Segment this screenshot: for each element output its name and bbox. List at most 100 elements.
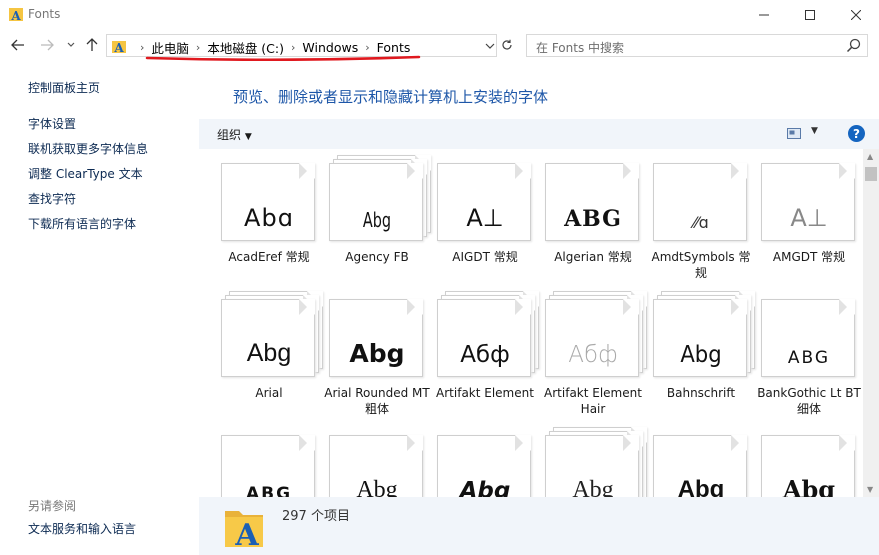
font-name-label: Agency FB [345, 250, 409, 264]
font-preview-icon: Abɑ [221, 163, 315, 241]
organize-menu[interactable]: 组织 ▼ [217, 126, 252, 143]
breadcrumb-separator-icon[interactable]: › [291, 41, 295, 54]
font-name-label: AmdtSymbols 常规 [651, 250, 751, 280]
svg-text:A: A [10, 9, 21, 22]
help-button[interactable]: ? [848, 125, 865, 142]
font-tile[interactable]: ⁄⁄ɑ AmdtSymbols 常规 [647, 149, 755, 285]
font-preview-icon: ABG [761, 299, 855, 377]
font-preview-icon: Абф [545, 299, 639, 377]
refresh-button[interactable] [499, 36, 515, 54]
font-tile[interactable]: ABG Algerian 常规 [539, 149, 647, 285]
font-sample-text: ABG [787, 348, 831, 368]
font-tile[interactable]: Abg [647, 421, 755, 497]
font-sample-text: Abg [680, 342, 722, 368]
breadcrumb-separator-icon[interactable]: › [140, 41, 144, 54]
font-tile[interactable]: Abg Arial [215, 285, 323, 421]
chevron-down-icon: ▼ [811, 126, 818, 136]
font-sample-text: Abg [677, 476, 725, 497]
font-name-label: Artifakt Element Hair [544, 386, 642, 416]
font-sample-text: ⁄⁄ɑ [693, 213, 709, 232]
font-tile[interactable]: Abg Bahnschrift [647, 285, 755, 421]
download-fonts-link[interactable]: 下载所有语言的字体 [28, 215, 136, 232]
scroll-thumb[interactable] [865, 167, 877, 181]
search-input[interactable]: 在 Fonts 中搜索 [536, 39, 624, 56]
text-services-link[interactable]: 文本服务和输入语言 [28, 520, 136, 537]
fonts-folder-large-icon: A [225, 511, 263, 549]
font-sample-text: Abg [356, 477, 398, 497]
search-box[interactable]: 在 Fonts 中搜索 [526, 34, 868, 57]
font-tile[interactable]: Абф Artifakt Element Hair [539, 285, 647, 421]
font-preview-icon: A⊥ [761, 163, 855, 241]
font-tile[interactable]: Abg Arial Rounded MT 粗体 [323, 285, 431, 421]
font-preview-icon: ⁄⁄ɑ [653, 163, 747, 241]
font-preview-icon: A⊥ [437, 163, 531, 241]
maximize-button[interactable] [787, 0, 833, 29]
font-preview-icon: Абф [437, 299, 531, 377]
get-more-font-info-link[interactable]: 联机获取更多字体信息 [28, 140, 148, 157]
chevron-down-icon: ▼ [244, 132, 252, 142]
font-name-label: AcadEref 常规 [228, 250, 310, 264]
details-pane: A 297 个项目 [199, 497, 879, 555]
breadcrumb-separator-icon[interactable]: › [196, 41, 200, 54]
font-tile[interactable]: Abg Agency FB [323, 149, 431, 285]
title-bar: A Fonts [0, 0, 879, 29]
close-button[interactable] [833, 0, 879, 29]
svg-text:A: A [234, 518, 259, 549]
font-tile[interactable]: ABG BankGothic Lt BT 细体 [755, 285, 863, 421]
adjust-cleartype-link[interactable]: 调整 ClearType 文本 [28, 165, 143, 182]
font-tile[interactable]: Abg [323, 421, 431, 497]
scroll-down-icon[interactable]: ▼ [867, 485, 873, 494]
control-panel-home-link[interactable]: 控制面板主页 [28, 79, 100, 96]
font-sample-text: ABG [564, 206, 622, 232]
font-tile[interactable]: Абф Artifakt Element [431, 285, 539, 421]
breadcrumb-item[interactable]: Fonts [377, 40, 411, 55]
font-sample-text: Abg [782, 475, 836, 497]
font-preview-icon: Abg [221, 299, 315, 377]
scroll-up-icon[interactable]: ▲ [867, 152, 873, 161]
font-sample-text: Abg [362, 208, 392, 232]
left-pane: 控制面板主页 字体设置 联机获取更多字体信息 调整 ClearType 文本 查… [0, 63, 199, 555]
up-button[interactable] [83, 36, 101, 54]
forward-button[interactable] [38, 36, 56, 54]
font-preview-icon: Abg [329, 299, 423, 377]
item-count: 297 个项目 [282, 509, 350, 524]
address-bar[interactable]: A › 此电脑 › 本地磁盘 (C:) › Windows › Fonts [106, 34, 497, 57]
font-sample-text: Абф [568, 342, 618, 368]
change-view-button[interactable]: ▼ [787, 126, 823, 142]
see-also-title: 另请参阅 [28, 499, 77, 513]
font-settings-link[interactable]: 字体设置 [28, 115, 76, 132]
font-preview-icon: Abg [653, 299, 747, 377]
back-button[interactable] [9, 36, 27, 54]
font-preview-icon: Abg [329, 435, 423, 497]
recent-locations-button[interactable] [62, 36, 80, 54]
font-name-label: Arial Rounded MT 粗体 [324, 386, 430, 416]
font-name-label: Algerian 常规 [554, 250, 632, 264]
breadcrumb-separator-icon[interactable]: › [365, 41, 369, 54]
font-grid: Abɑ AcadEref 常规 Abg Agency FB A⊥ AIGDT 常规 ABG A… [199, 149, 863, 497]
font-tile[interactable]: Abɑ AcadEref 常规 [215, 149, 323, 285]
font-sample-text: Abɑ [244, 204, 294, 232]
breadcrumb-item[interactable]: Windows [302, 40, 358, 55]
font-tile[interactable]: ABG [215, 421, 323, 497]
svg-text:A: A [113, 41, 124, 54]
font-preview-icon: Abg [545, 435, 639, 497]
find-character-link[interactable]: 查找字符 [28, 190, 76, 207]
vertical-scrollbar[interactable]: ▲ ▼ [863, 149, 879, 497]
font-tile[interactable]: Abg [431, 421, 539, 497]
font-name-label: Arial [255, 386, 283, 400]
font-sample-text: Abg [459, 478, 511, 497]
address-dropdown-icon[interactable] [485, 39, 495, 53]
font-sample-text: A⊥ [790, 204, 828, 232]
font-preview-icon: Abg [653, 435, 747, 497]
search-icon[interactable] [846, 38, 861, 53]
close-icon [851, 9, 861, 20]
font-tile[interactable]: Abg [539, 421, 647, 497]
font-tile[interactable]: A⊥ AIGDT 常规 [431, 149, 539, 285]
font-tile[interactable]: A⊥ AMGDT 常规 [755, 149, 863, 285]
font-sample-text: Abg [349, 339, 405, 368]
font-tile[interactable]: Abg [755, 421, 863, 497]
font-preview-icon: Abg [761, 435, 855, 497]
font-preview-icon: ABG [545, 163, 639, 241]
minimize-button[interactable] [741, 0, 787, 29]
command-bar: 组织 ▼ ▼ ? [199, 119, 879, 149]
